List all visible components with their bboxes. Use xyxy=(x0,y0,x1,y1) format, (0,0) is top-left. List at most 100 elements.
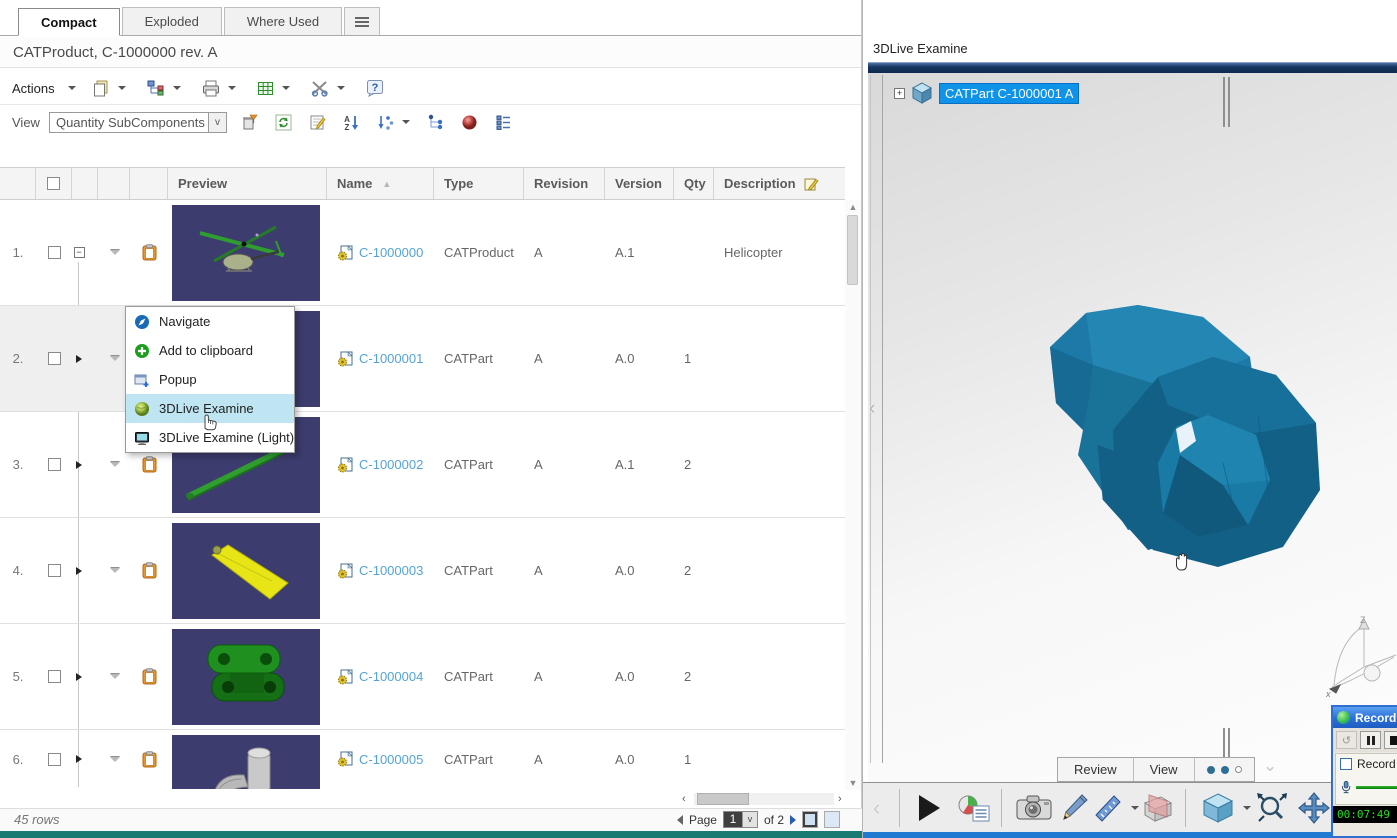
section-button[interactable] xyxy=(1139,783,1175,833)
subtab-review[interactable]: Review xyxy=(1058,758,1134,781)
details-list-button[interactable] xyxy=(492,113,515,132)
frame-handle[interactable] xyxy=(1223,77,1230,127)
zoom-fit-button[interactable] xyxy=(1255,783,1289,833)
chevron-down-icon[interactable] xyxy=(1243,806,1251,810)
chevron-down-icon[interactable] xyxy=(1131,806,1139,810)
viewport-3d[interactable]: ‹ + CATPart C-1000001 A xyxy=(868,73,1397,782)
sort-tree-button[interactable] xyxy=(374,113,413,132)
menu-item-add-to-clipboard[interactable]: Add to clipboard xyxy=(126,336,294,365)
export-table-button[interactable] xyxy=(253,78,294,99)
expand-icon[interactable] xyxy=(76,755,82,763)
header-name[interactable]: Name▲ xyxy=(327,168,434,199)
tools-button[interactable] xyxy=(307,78,349,99)
pause-button[interactable] xyxy=(1360,731,1381,749)
vertical-scrollbar[interactable]: ▲ ▼ xyxy=(845,200,861,790)
sphere-button[interactable] xyxy=(458,113,481,132)
expand-icon[interactable] xyxy=(76,673,82,681)
dot-filled[interactable] xyxy=(1221,766,1229,774)
report-button[interactable] xyxy=(957,783,991,833)
row-checkbox[interactable] xyxy=(48,564,61,577)
item-link[interactable]: C-1000002 xyxy=(359,457,423,472)
single-page-view-button[interactable] xyxy=(802,811,818,828)
tab-compact[interactable]: Compact xyxy=(18,8,120,36)
tree-node[interactable]: + CATPart C-1000001 A xyxy=(894,81,1079,105)
item-link[interactable]: C-1000001 xyxy=(359,351,423,366)
row-checkbox[interactable] xyxy=(48,458,61,471)
expand-icon[interactable] xyxy=(76,567,82,575)
copy-button[interactable] xyxy=(89,78,130,99)
item-link[interactable]: C-1000000 xyxy=(359,245,423,260)
tab-exploded[interactable]: Exploded xyxy=(122,7,222,35)
item-link[interactable]: C-1000005 xyxy=(359,752,423,767)
collapse-toolbar-icon[interactable]: ‹ xyxy=(873,795,880,821)
page-select[interactable]: 1 v xyxy=(723,811,758,828)
clipboard-icon[interactable] xyxy=(142,668,157,685)
scroll-left-icon[interactable]: ‹ xyxy=(682,793,686,805)
tab-overflow-menu[interactable] xyxy=(344,7,380,35)
header-preview[interactable]: Preview xyxy=(168,168,327,199)
scroll-down-icon[interactable]: ▼ xyxy=(845,776,861,790)
stop-button[interactable] xyxy=(1384,731,1397,749)
row-menu-caret-icon[interactable] xyxy=(110,757,120,762)
table-row[interactable]: 5. xyxy=(0,624,845,730)
sort-az-button[interactable]: A Z xyxy=(340,113,363,132)
header-type[interactable]: Type xyxy=(434,168,524,199)
row-menu-caret-icon[interactable] xyxy=(110,356,120,361)
collapse-tree-icon[interactable]: ‹ xyxy=(869,398,875,420)
menu-item-popup[interactable]: Popup xyxy=(126,365,294,394)
dot-hollow[interactable] xyxy=(1235,766,1242,773)
snapshot-button[interactable] xyxy=(1015,783,1053,833)
refresh-button[interactable] xyxy=(272,113,295,132)
print-button[interactable] xyxy=(198,78,240,99)
recorder-titlebar[interactable]: Record xyxy=(1333,707,1397,728)
all-pages-view-button[interactable] xyxy=(824,811,840,828)
menu-item-navigate[interactable]: Navigate xyxy=(126,307,294,336)
clipboard-icon[interactable] xyxy=(142,456,157,473)
clipboard-icon[interactable] xyxy=(142,562,157,579)
clipboard-icon[interactable] xyxy=(142,751,157,768)
edit-description-icon[interactable] xyxy=(804,177,819,191)
preview-linkage[interactable] xyxy=(172,629,320,725)
collapse-icon[interactable]: − xyxy=(74,247,85,258)
header-description[interactable]: Description xyxy=(714,168,845,199)
tab-where-used[interactable]: Where Used xyxy=(224,7,342,35)
record-back-button[interactable]: ↺ xyxy=(1336,731,1357,749)
play-button[interactable] xyxy=(913,783,943,833)
scroll-right-icon[interactable]: › xyxy=(838,793,842,805)
subtab-view[interactable]: View xyxy=(1134,758,1195,781)
render-style-button[interactable] xyxy=(1201,783,1251,833)
row-checkbox[interactable] xyxy=(48,670,61,683)
horizontal-scrollbar[interactable]: ‹ › xyxy=(0,791,845,808)
chevron-down-icon[interactable]: v xyxy=(742,812,757,827)
dot-filled[interactable] xyxy=(1207,766,1215,774)
table-row[interactable]: 1. − xyxy=(0,200,845,306)
actions-menu-button[interactable]: Actions xyxy=(12,81,55,96)
chevron-down-icon[interactable] xyxy=(68,86,76,90)
row-checkbox[interactable] xyxy=(48,246,61,259)
record-checkbox-row[interactable]: Record xyxy=(1340,757,1397,771)
slider-track[interactable] xyxy=(1356,786,1397,789)
clipboard-icon[interactable] xyxy=(142,244,157,261)
annotate-button[interactable] xyxy=(1059,783,1089,833)
pan-button[interactable] xyxy=(1297,783,1331,833)
row-checkbox[interactable] xyxy=(48,753,61,766)
filter-delete-button[interactable] xyxy=(238,113,261,132)
header-version[interactable]: Version xyxy=(605,168,674,199)
hierarchy-button[interactable] xyxy=(143,78,185,99)
chevron-down-icon[interactable]: v xyxy=(208,113,226,132)
record-checkbox[interactable] xyxy=(1340,758,1352,770)
scrollbar-thumb[interactable] xyxy=(697,793,749,805)
tree-structure-button[interactable] xyxy=(424,113,447,132)
view-select[interactable]: Quantity SubComponents v xyxy=(49,112,227,133)
help-button[interactable]: ? xyxy=(362,77,388,99)
row-menu-caret-icon[interactable] xyxy=(110,250,120,255)
table-row[interactable]: 4. xyxy=(0,518,845,624)
edit-notes-button[interactable] xyxy=(306,113,329,132)
next-page-icon[interactable] xyxy=(790,815,796,825)
header-qty[interactable]: Qty xyxy=(674,168,714,199)
header-revision[interactable]: Revision xyxy=(524,168,605,199)
preview-helicopter[interactable] xyxy=(172,205,320,301)
tree-node-label[interactable]: CATPart C-1000001 A xyxy=(939,83,1079,104)
prev-page-icon[interactable] xyxy=(677,815,683,825)
measure-button[interactable] xyxy=(1093,783,1139,833)
